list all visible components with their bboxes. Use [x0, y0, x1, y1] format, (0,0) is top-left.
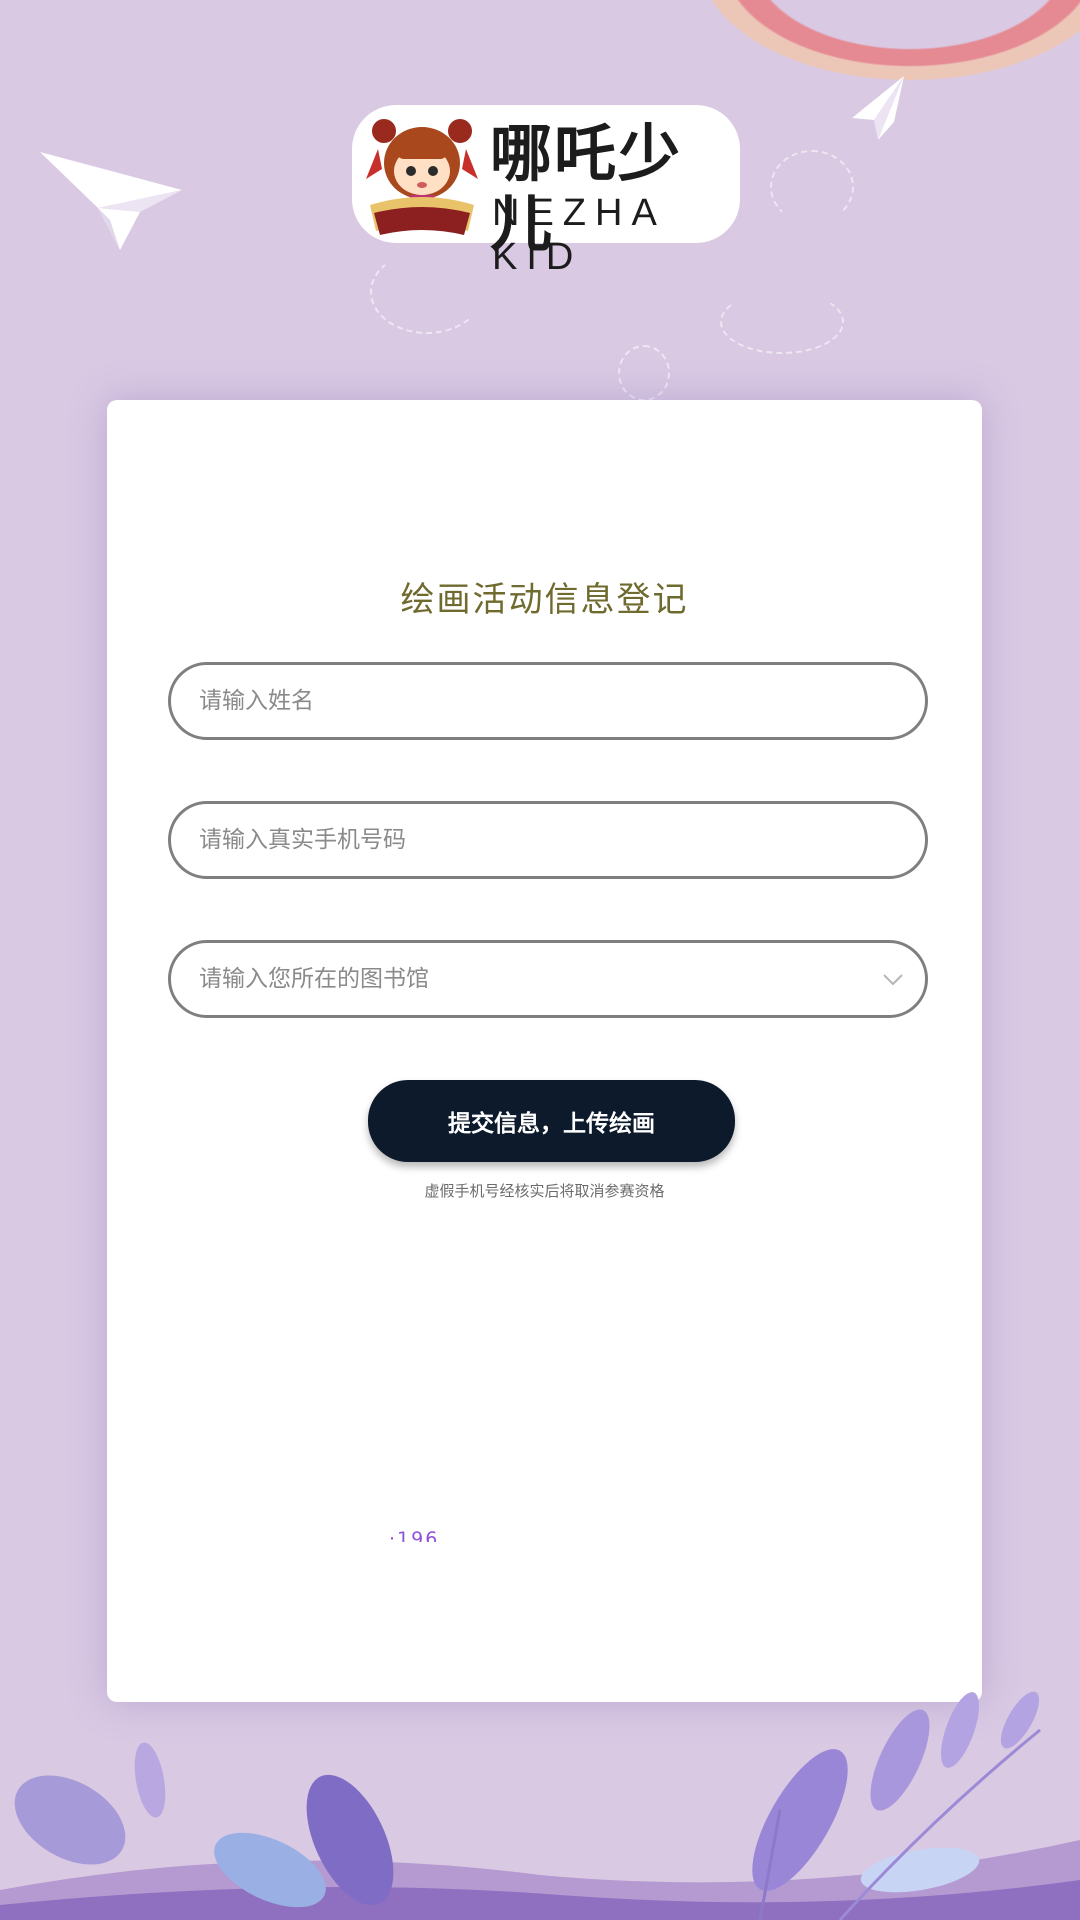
- logo: 哪吒少儿 NEZHA KID: [352, 105, 740, 278]
- submit-button[interactable]: 提交信息，上传绘画: [368, 1080, 735, 1162]
- fake-phone-warning: 虚假手机号经核实后将取消参赛资格: [424, 1182, 665, 1200]
- registration-card: 绘画活动信息登记 提交信息，上传绘画 虚假手机号经核实后将取消参赛资格 ·196: [107, 400, 982, 1702]
- library-field[interactable]: [168, 940, 928, 1018]
- name-field: [168, 662, 928, 740]
- chevron-down-icon[interactable]: [879, 965, 907, 993]
- dashed-trail: [618, 345, 670, 401]
- library-select[interactable]: [199, 943, 855, 1015]
- mascot-girl-icon: [366, 119, 478, 235]
- dashed-trail: [720, 290, 844, 354]
- phone-field: [168, 801, 928, 879]
- dashed-trail: [370, 250, 484, 334]
- dashed-trail: [770, 150, 854, 224]
- form-title: 绘画活动信息登记: [400, 580, 689, 620]
- paper-plane-icon: [852, 76, 904, 140]
- paper-plane-icon: [40, 152, 182, 250]
- phone-input[interactable]: [199, 804, 855, 876]
- rainbow-arc: [700, 0, 1080, 80]
- logo-english-name: NEZHA KID: [492, 192, 664, 278]
- partial-text-fragment: ·196: [389, 1528, 440, 1542]
- name-input[interactable]: [199, 665, 855, 737]
- foliage-decoration: [0, 1691, 1080, 1920]
